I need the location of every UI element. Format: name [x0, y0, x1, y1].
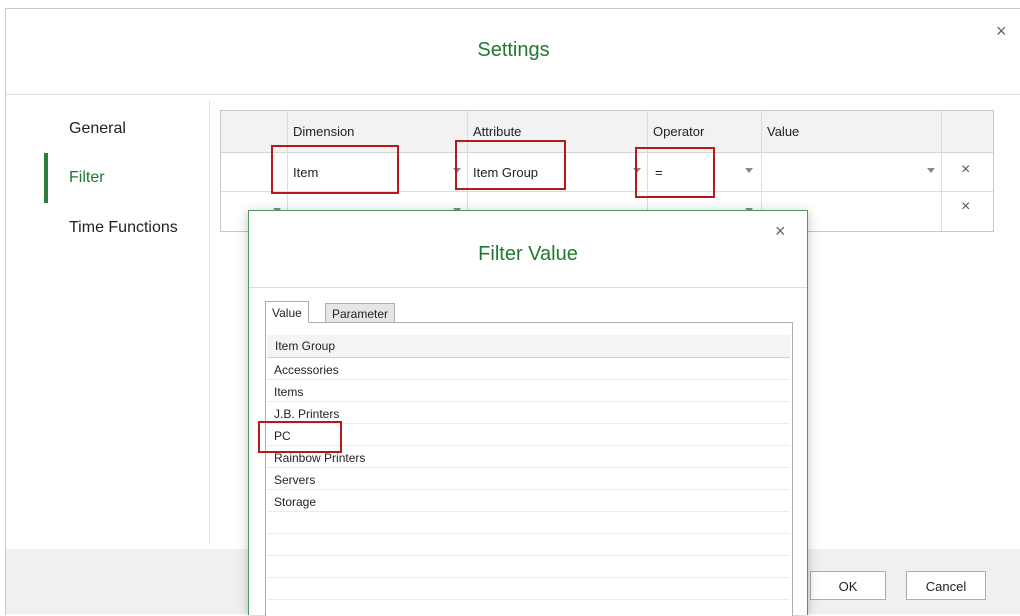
list-item[interactable]: Accessories [274, 363, 339, 377]
nav-divider [209, 101, 210, 544]
filter-value-list: Item Group Accessories Items J.B. Printe… [258, 322, 793, 616]
dropdown-caret-icon[interactable] [927, 168, 935, 173]
list-row-divider [267, 577, 790, 578]
tab-value[interactable]: Value [265, 301, 309, 323]
nav-item-filter[interactable]: Filter [69, 169, 105, 187]
close-icon[interactable]: × [775, 221, 786, 242]
nav-item-general[interactable]: General [69, 120, 126, 138]
column-header-attribute: Attribute [473, 124, 522, 139]
list-row-divider [267, 467, 790, 468]
list-row-divider [267, 401, 790, 402]
list-row-divider [267, 489, 790, 490]
list-item[interactable]: Rainbow Printers [274, 451, 365, 465]
list-row-divider [267, 599, 790, 600]
list-item[interactable]: J.B. Printers [274, 407, 339, 421]
highlight-box [635, 147, 715, 198]
grid-column-divider [941, 111, 942, 231]
delete-row-icon[interactable]: × [961, 161, 970, 179]
list-item[interactable]: Storage [274, 495, 316, 509]
nav-item-time-functions[interactable]: Time Functions [69, 219, 178, 237]
column-header-dimension: Dimension [293, 124, 355, 139]
close-icon[interactable]: × [996, 21, 1007, 42]
settings-title: Settings [477, 39, 550, 61]
column-header-operator: Operator [653, 124, 705, 139]
highlight-box [258, 421, 342, 453]
list-row-divider [267, 423, 790, 424]
dropdown-caret-icon[interactable] [745, 168, 753, 173]
nav-active-indicator [44, 153, 48, 203]
list-row-divider [267, 379, 790, 380]
list-row-divider [267, 533, 790, 534]
delete-row-icon[interactable]: × [961, 198, 970, 216]
header-divider [6, 94, 1020, 95]
column-header-value: Value [767, 124, 800, 139]
ok-button[interactable]: OK [810, 571, 886, 600]
list-item[interactable]: Servers [274, 473, 315, 487]
list-row-divider [267, 511, 790, 512]
header-divider [249, 287, 807, 288]
tab-parameter[interactable]: Parameter [325, 303, 396, 323]
filter-value-dialog: Filter Value × Value Parameter Item Grou… [248, 210, 808, 616]
filter-value-title: Filter Value [478, 243, 578, 265]
list-header: Item Group [267, 335, 790, 358]
highlight-box [271, 145, 399, 194]
list-item[interactable]: Items [274, 385, 303, 399]
highlight-box [455, 140, 566, 190]
cancel-button[interactable]: Cancel [906, 571, 986, 600]
list-header-label: Item Group [275, 339, 336, 353]
list-row-divider [267, 555, 790, 556]
list-row-divider [267, 445, 790, 446]
